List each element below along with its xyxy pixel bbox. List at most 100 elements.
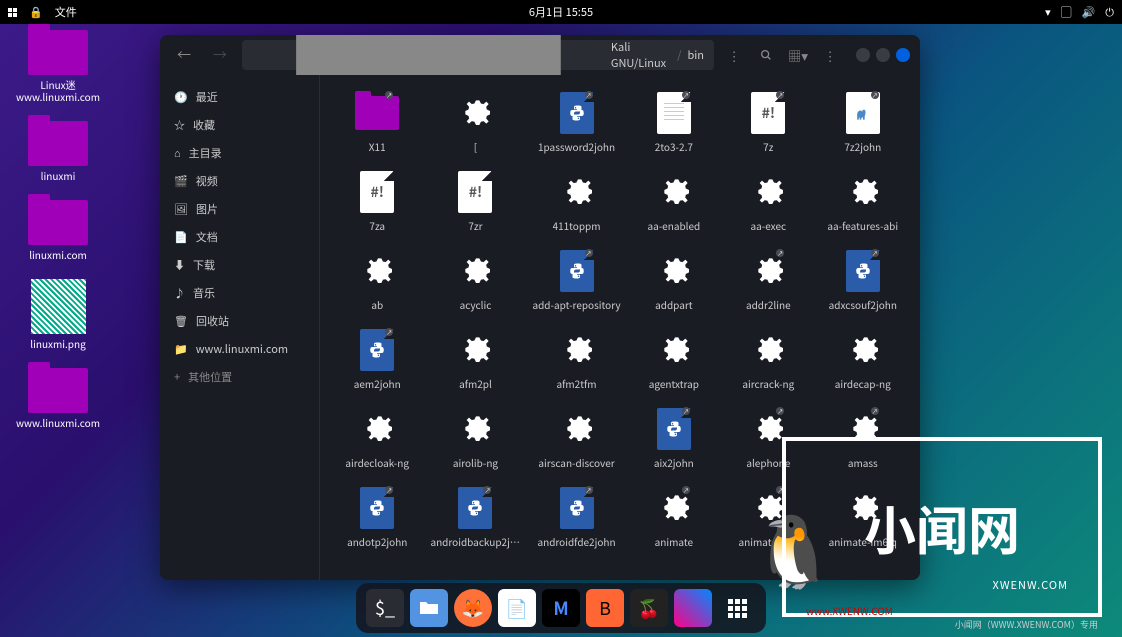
- file-item[interactable]: #!↗7z: [723, 87, 813, 158]
- file-item[interactable]: airdecloak-ng: [332, 403, 422, 474]
- file-item[interactable]: [: [426, 87, 524, 158]
- desktop-item[interactable]: linuxmi.com: [8, 200, 108, 261]
- path-current[interactable]: bin: [687, 47, 704, 63]
- tray-icon[interactable]: ▾: [1045, 4, 1051, 20]
- dock-app[interactable]: [674, 589, 712, 627]
- dock-metasploit[interactable]: M: [542, 589, 580, 627]
- file-label: aircrack-ng: [742, 376, 794, 391]
- file-item[interactable]: airolib-ng: [426, 403, 524, 474]
- sidebar-item-folder[interactable]: 📁www.linuxmi.com: [160, 335, 319, 363]
- sidebar-item-plus[interactable]: + 其他位置: [160, 363, 319, 391]
- symlink-badge: ↗: [682, 486, 690, 494]
- file-item[interactable]: agentxtrap: [629, 324, 719, 395]
- file-icon: ↗: [353, 328, 401, 372]
- dock-terminal[interactable]: $_: [366, 589, 404, 627]
- file-label: airdecloak-ng: [345, 455, 409, 470]
- file-item[interactable]: ↗aix2john: [629, 403, 719, 474]
- dock: $_ 🦊 📄 M B 🍒: [356, 583, 766, 633]
- file-item[interactable]: afm2pl: [426, 324, 524, 395]
- download-icon: ⬇: [174, 257, 185, 273]
- file-item[interactable]: airdecap-ng: [818, 324, 908, 395]
- desktop-item-label: www.linuxmi.com: [16, 417, 100, 429]
- sidebar-item-home[interactable]: ⌂主目录: [160, 139, 319, 167]
- file-item[interactable]: ↗androidbackup2john: [426, 482, 524, 553]
- file-item[interactable]: ↗X11: [332, 87, 422, 158]
- file-item[interactable]: ↗1password2john: [528, 87, 624, 158]
- file-item[interactable]: ↗add-apt-repository: [528, 245, 624, 316]
- folder-icon: [28, 30, 88, 75]
- file-label: ab: [371, 297, 383, 312]
- plus-icon: +: [174, 369, 180, 385]
- desktop-item[interactable]: linuxmi: [8, 121, 108, 182]
- file-item[interactable]: ↗ aem2john: [332, 324, 422, 395]
- sidebar-item-label: 其他位置: [188, 369, 232, 385]
- desktop-item[interactable]: linuxmi.png: [8, 279, 108, 350]
- maximize-button[interactable]: [876, 48, 890, 62]
- file-item[interactable]: ab: [332, 245, 422, 316]
- path-menu-button[interactable]: ⋮: [722, 43, 746, 67]
- sidebar-item-clock[interactable]: 🕐最近: [160, 83, 319, 111]
- file-icon: [353, 249, 401, 293]
- file-item[interactable]: ↗androidfde2john: [528, 482, 624, 553]
- file-icon: [839, 170, 887, 214]
- activities-button[interactable]: [8, 8, 17, 17]
- music-icon: ♪: [174, 285, 185, 301]
- view-button[interactable]: ▦▾: [786, 43, 810, 67]
- file-item[interactable]: ↗2to3-2.7: [629, 87, 719, 158]
- desktop-item[interactable]: www.linuxmi.com: [8, 368, 108, 429]
- sidebar-item-download[interactable]: ⬇下载: [160, 251, 319, 279]
- forward-button[interactable]: →: [206, 41, 234, 69]
- power-icon[interactable]: ⏻: [1105, 4, 1114, 20]
- datetime[interactable]: 6月1日 15:55: [529, 4, 593, 20]
- file-item[interactable]: ↗7z2john: [818, 87, 908, 158]
- file-icon: [451, 249, 499, 293]
- file-item[interactable]: aa-exec: [723, 166, 813, 237]
- symlink-badge: ↗: [385, 91, 393, 99]
- file-label: 7z2john: [844, 139, 881, 154]
- sidebar-item-image[interactable]: 🖼图片: [160, 195, 319, 223]
- minimize-button[interactable]: [856, 48, 870, 62]
- file-item[interactable]: aa-enabled: [629, 166, 719, 237]
- file-item[interactable]: acyclic: [426, 245, 524, 316]
- sidebar-item-star[interactable]: ☆收藏: [160, 111, 319, 139]
- file-label: agentxtrap: [649, 376, 699, 391]
- sidebar-item-video[interactable]: 🎬视频: [160, 167, 319, 195]
- display-icon[interactable]: ▢: [1061, 4, 1072, 20]
- dock-editor[interactable]: 📄: [498, 589, 536, 627]
- symlink-badge: ↗: [585, 249, 593, 257]
- file-item[interactable]: aircrack-ng: [723, 324, 813, 395]
- file-item[interactable]: #!7za: [332, 166, 422, 237]
- file-label: androidbackup2john: [430, 534, 520, 549]
- file-item[interactable]: ↗animate: [629, 482, 719, 553]
- file-item[interactable]: ↗addr2line: [723, 245, 813, 316]
- path-root[interactable]: Kali GNU/Linux: [611, 39, 671, 71]
- file-icon: [451, 328, 499, 372]
- volume-icon[interactable]: 🔊: [1082, 4, 1096, 20]
- search-button[interactable]: [754, 43, 778, 67]
- dock-apps-grid[interactable]: [718, 589, 756, 627]
- file-label: aem2john: [354, 376, 401, 391]
- sidebar-item-trash[interactable]: 🗑回收站: [160, 307, 319, 335]
- file-item[interactable]: afm2tfm: [528, 324, 624, 395]
- file-icon: [650, 328, 698, 372]
- file-item[interactable]: airscan-discover: [528, 403, 624, 474]
- close-button[interactable]: [896, 48, 910, 62]
- dock-files[interactable]: [410, 589, 448, 627]
- dock-firefox[interactable]: 🦊: [454, 589, 492, 627]
- sidebar-item-music[interactable]: ♪音乐: [160, 279, 319, 307]
- file-item[interactable]: addpart: [629, 245, 719, 316]
- file-item[interactable]: 411toppm: [528, 166, 624, 237]
- pathbar[interactable]: Kali GNU/Linux / bin: [242, 40, 714, 70]
- file-item[interactable]: aa-features-abi: [818, 166, 908, 237]
- files-menu[interactable]: 文件: [55, 4, 77, 20]
- file-item[interactable]: ↗adxcsouf2john: [818, 245, 908, 316]
- file-item[interactable]: #!7zr: [426, 166, 524, 237]
- hamburger-button[interactable]: ⋮: [818, 43, 842, 67]
- desktop-item[interactable]: Linux迷 www.linuxmi.com: [8, 30, 108, 103]
- dock-cherrytree[interactable]: 🍒: [630, 589, 668, 627]
- sidebar-item-doc[interactable]: 📄文档: [160, 223, 319, 251]
- file-item[interactable]: ↗andotp2john: [332, 482, 422, 553]
- back-button[interactable]: ←: [170, 41, 198, 69]
- dock-burpsuite[interactable]: B: [586, 589, 624, 627]
- file-label: androidfde2john: [537, 534, 615, 549]
